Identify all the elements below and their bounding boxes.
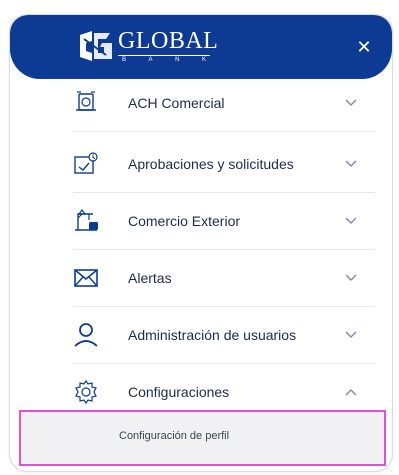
- chevron-down-icon: [345, 331, 357, 338]
- navigation-panel: GLOBAL B A N K ✕ ACH Comercial Aprobacio…: [9, 14, 393, 472]
- menu-item-ach-comercial[interactable]: ACH Comercial: [73, 75, 375, 132]
- logo-subtitle: B A N K: [118, 55, 210, 63]
- menu-item-label: Alertas: [128, 270, 172, 286]
- menu-item-administracion-usuarios[interactable]: Administración de usuarios: [73, 307, 375, 364]
- chevron-down-icon: [345, 274, 357, 281]
- chevron-down-icon: [345, 99, 357, 106]
- logo-word: GLOBAL: [118, 28, 219, 54]
- menu-item-label: ACH Comercial: [128, 95, 225, 111]
- menu-item-label: Comercio Exterior: [128, 213, 241, 229]
- logo-sub-letter: K: [201, 57, 206, 63]
- logo-sub-letter: B: [122, 57, 127, 63]
- menu-item-aprobaciones[interactable]: Aprobaciones y solicitudes: [73, 136, 375, 193]
- menu-item-alertas[interactable]: Alertas: [73, 250, 375, 307]
- trade-crane-icon: [75, 209, 98, 231]
- logo-sub-letter: A: [148, 57, 153, 63]
- submenu-item-configuracion-perfil[interactable]: Configuración de perfil: [19, 410, 386, 466]
- chevron-up-icon: [345, 389, 357, 396]
- ach-transfer-icon: [76, 91, 96, 111]
- gear-icon: [75, 379, 97, 405]
- envelope-icon: [74, 269, 98, 287]
- submenu-item-label: Configuración de perfil: [119, 430, 230, 442]
- header-bar: GLOBAL B A N K ✕: [10, 15, 392, 79]
- menu-item-comercio-exterior[interactable]: Comercio Exterior: [73, 193, 375, 250]
- logo-mark-icon: [80, 31, 112, 61]
- logo-sub-letter: N: [175, 57, 180, 63]
- logo-text: GLOBAL B A N K: [118, 29, 218, 63]
- chevron-down-icon: [345, 160, 357, 167]
- close-icon: ✕: [356, 37, 372, 57]
- chevron-down-icon: [345, 217, 357, 224]
- close-button[interactable]: ✕: [354, 37, 374, 57]
- menu-item-label: Administración de usuarios: [128, 327, 297, 343]
- menu-item-label: Aprobaciones y solicitudes: [128, 156, 294, 172]
- global-bank-logo[interactable]: GLOBAL B A N K: [76, 29, 218, 65]
- user-icon: [74, 323, 98, 347]
- menu-item-label: Configuraciones: [128, 384, 230, 400]
- approval-document-icon: [74, 152, 98, 174]
